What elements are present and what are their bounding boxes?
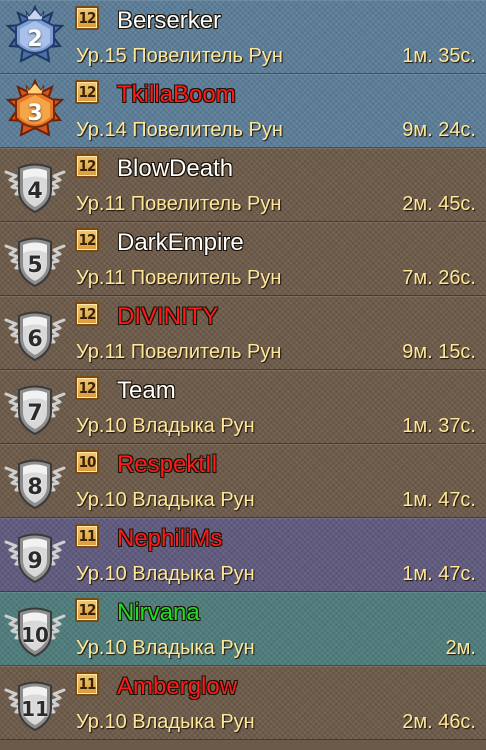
rank-number: 8 xyxy=(27,475,43,500)
level-badge: 12 xyxy=(75,80,99,104)
level-number: 12 xyxy=(78,157,97,175)
rank-badge: 6 xyxy=(2,300,68,366)
level-badge: 12 xyxy=(75,376,99,400)
level-number: 10 xyxy=(78,453,97,471)
list-item[interactable]: 3 12 TkillaBoom Ур.14 Повелитель Рун 9м. 24с… xyxy=(0,74,486,148)
rank-badge: 7 xyxy=(2,374,68,440)
level-badge: 12 xyxy=(75,302,99,326)
elapsed-time: 2м. 45с. xyxy=(402,193,476,215)
player-name[interactable]: NephiliMs xyxy=(117,525,222,553)
list-item[interactable]: 9 11 NephiliMs Ур.10 Владыка Рун 1м. 47с. xyxy=(0,518,486,592)
level-badge: 11 xyxy=(75,524,99,548)
player-title: Ур.11 Повелитель Рун xyxy=(76,267,282,289)
player-name[interactable]: Team xyxy=(117,377,176,405)
player-title: Ур.10 Владыка Рун xyxy=(76,637,255,659)
rank-badge: 8 xyxy=(2,448,68,514)
level-badge: 10 xyxy=(75,450,99,474)
list-item[interactable]: 10 12 Nirvana Ур.10 Владыка Рун 2м. xyxy=(0,592,486,666)
rank-badge: 11 xyxy=(2,670,68,736)
player-title: Ур.15 Повелитель Рун xyxy=(76,45,283,67)
ranking-list: 2 12 Berserker Ур.15 Повелитель Рун 1м. 35с.… xyxy=(0,0,486,750)
level-number: 12 xyxy=(78,305,97,323)
player-name[interactable]: Amberglow xyxy=(117,673,237,701)
elapsed-time: 1м. 47с. xyxy=(402,563,476,585)
list-item[interactable]: 2 12 Berserker Ур.15 Повелитель Рун 1м. 35с. xyxy=(0,0,486,74)
level-number: 12 xyxy=(78,379,97,397)
player-name[interactable]: Berserker xyxy=(117,7,221,35)
rank-number: 3 xyxy=(27,101,43,126)
elapsed-time: 2м. 46с. xyxy=(402,711,476,733)
level-number: 12 xyxy=(78,83,97,101)
elapsed-time: 1м. 37с. xyxy=(402,415,476,437)
player-name[interactable]: DarkEmpire xyxy=(117,229,244,257)
rank-badge: 2 xyxy=(2,4,68,70)
player-name[interactable]: TkillaBoom xyxy=(117,81,236,109)
rank-badge: 5 xyxy=(2,226,68,292)
elapsed-time: 2м. xyxy=(445,637,476,659)
rank-badge: 4 xyxy=(2,152,68,218)
level-badge: 12 xyxy=(75,154,99,178)
level-number: 12 xyxy=(78,601,97,619)
elapsed-time: 1м. 35с. xyxy=(402,45,476,67)
player-name[interactable]: DIVINITY xyxy=(117,303,218,331)
level-number: 11 xyxy=(78,675,97,693)
list-item[interactable]: 7 12 Team Ур.10 Владыка Рун 1м. 37с. xyxy=(0,370,486,444)
player-title: Ур.11 Повелитель Рун xyxy=(76,193,282,215)
level-badge: 12 xyxy=(75,6,99,30)
player-title: Ур.10 Владыка Рун xyxy=(76,415,255,437)
elapsed-time: 9м. 24с. xyxy=(402,119,476,141)
rank-badge: 3 xyxy=(2,78,68,144)
list-item[interactable]: 4 12 BlowDeath Ур.11 Повелитель Рун 2м. 45с. xyxy=(0,148,486,222)
level-number: 11 xyxy=(78,527,97,545)
rank-badge: 9 xyxy=(2,522,68,588)
player-name[interactable]: Nirvana xyxy=(117,599,200,627)
elapsed-time: 1м. 47с. xyxy=(402,489,476,511)
rank-number: 5 xyxy=(27,253,43,278)
level-number: 12 xyxy=(78,9,97,27)
level-badge: 12 xyxy=(75,228,99,252)
rank-number: 2 xyxy=(27,27,43,52)
rank-number: 6 xyxy=(27,327,43,352)
player-title: Ур.10 Владыка Рун xyxy=(76,563,255,585)
list-item[interactable]: 8 10 RespektIl Ур.10 Владыка Рун 1м. 47с. xyxy=(0,444,486,518)
elapsed-time: 9м. 15с. xyxy=(402,341,476,363)
rank-number: 10 xyxy=(21,623,49,647)
rank-number: 9 xyxy=(27,549,43,574)
rank-number: 7 xyxy=(27,401,43,426)
player-title: Ур.14 Повелитель Рун xyxy=(76,119,283,141)
level-badge: 11 xyxy=(75,672,99,696)
elapsed-time: 7м. 26с. xyxy=(402,267,476,289)
player-name[interactable]: BlowDeath xyxy=(117,155,233,183)
rank-number: 4 xyxy=(27,179,43,204)
list-item[interactable]: 5 12 DarkEmpire Ур.11 Повелитель Рун 7м. 26с… xyxy=(0,222,486,296)
player-title: Ур.10 Владыка Рун xyxy=(76,711,255,733)
player-title: Ур.10 Владыка Рун xyxy=(76,489,255,511)
list-item[interactable]: 6 12 DIVINITY Ур.11 Повелитель Рун 9м. 15с. xyxy=(0,296,486,370)
level-number: 12 xyxy=(78,231,97,249)
player-title: Ур.11 Повелитель Рун xyxy=(76,341,282,363)
rank-badge: 10 xyxy=(2,596,68,662)
rank-number: 11 xyxy=(21,697,49,721)
list-item[interactable]: 11 11 Amberglow Ур.10 Владыка Рун 2м. 46с. xyxy=(0,666,486,740)
level-badge: 12 xyxy=(75,598,99,622)
player-name[interactable]: RespektIl xyxy=(117,451,217,479)
